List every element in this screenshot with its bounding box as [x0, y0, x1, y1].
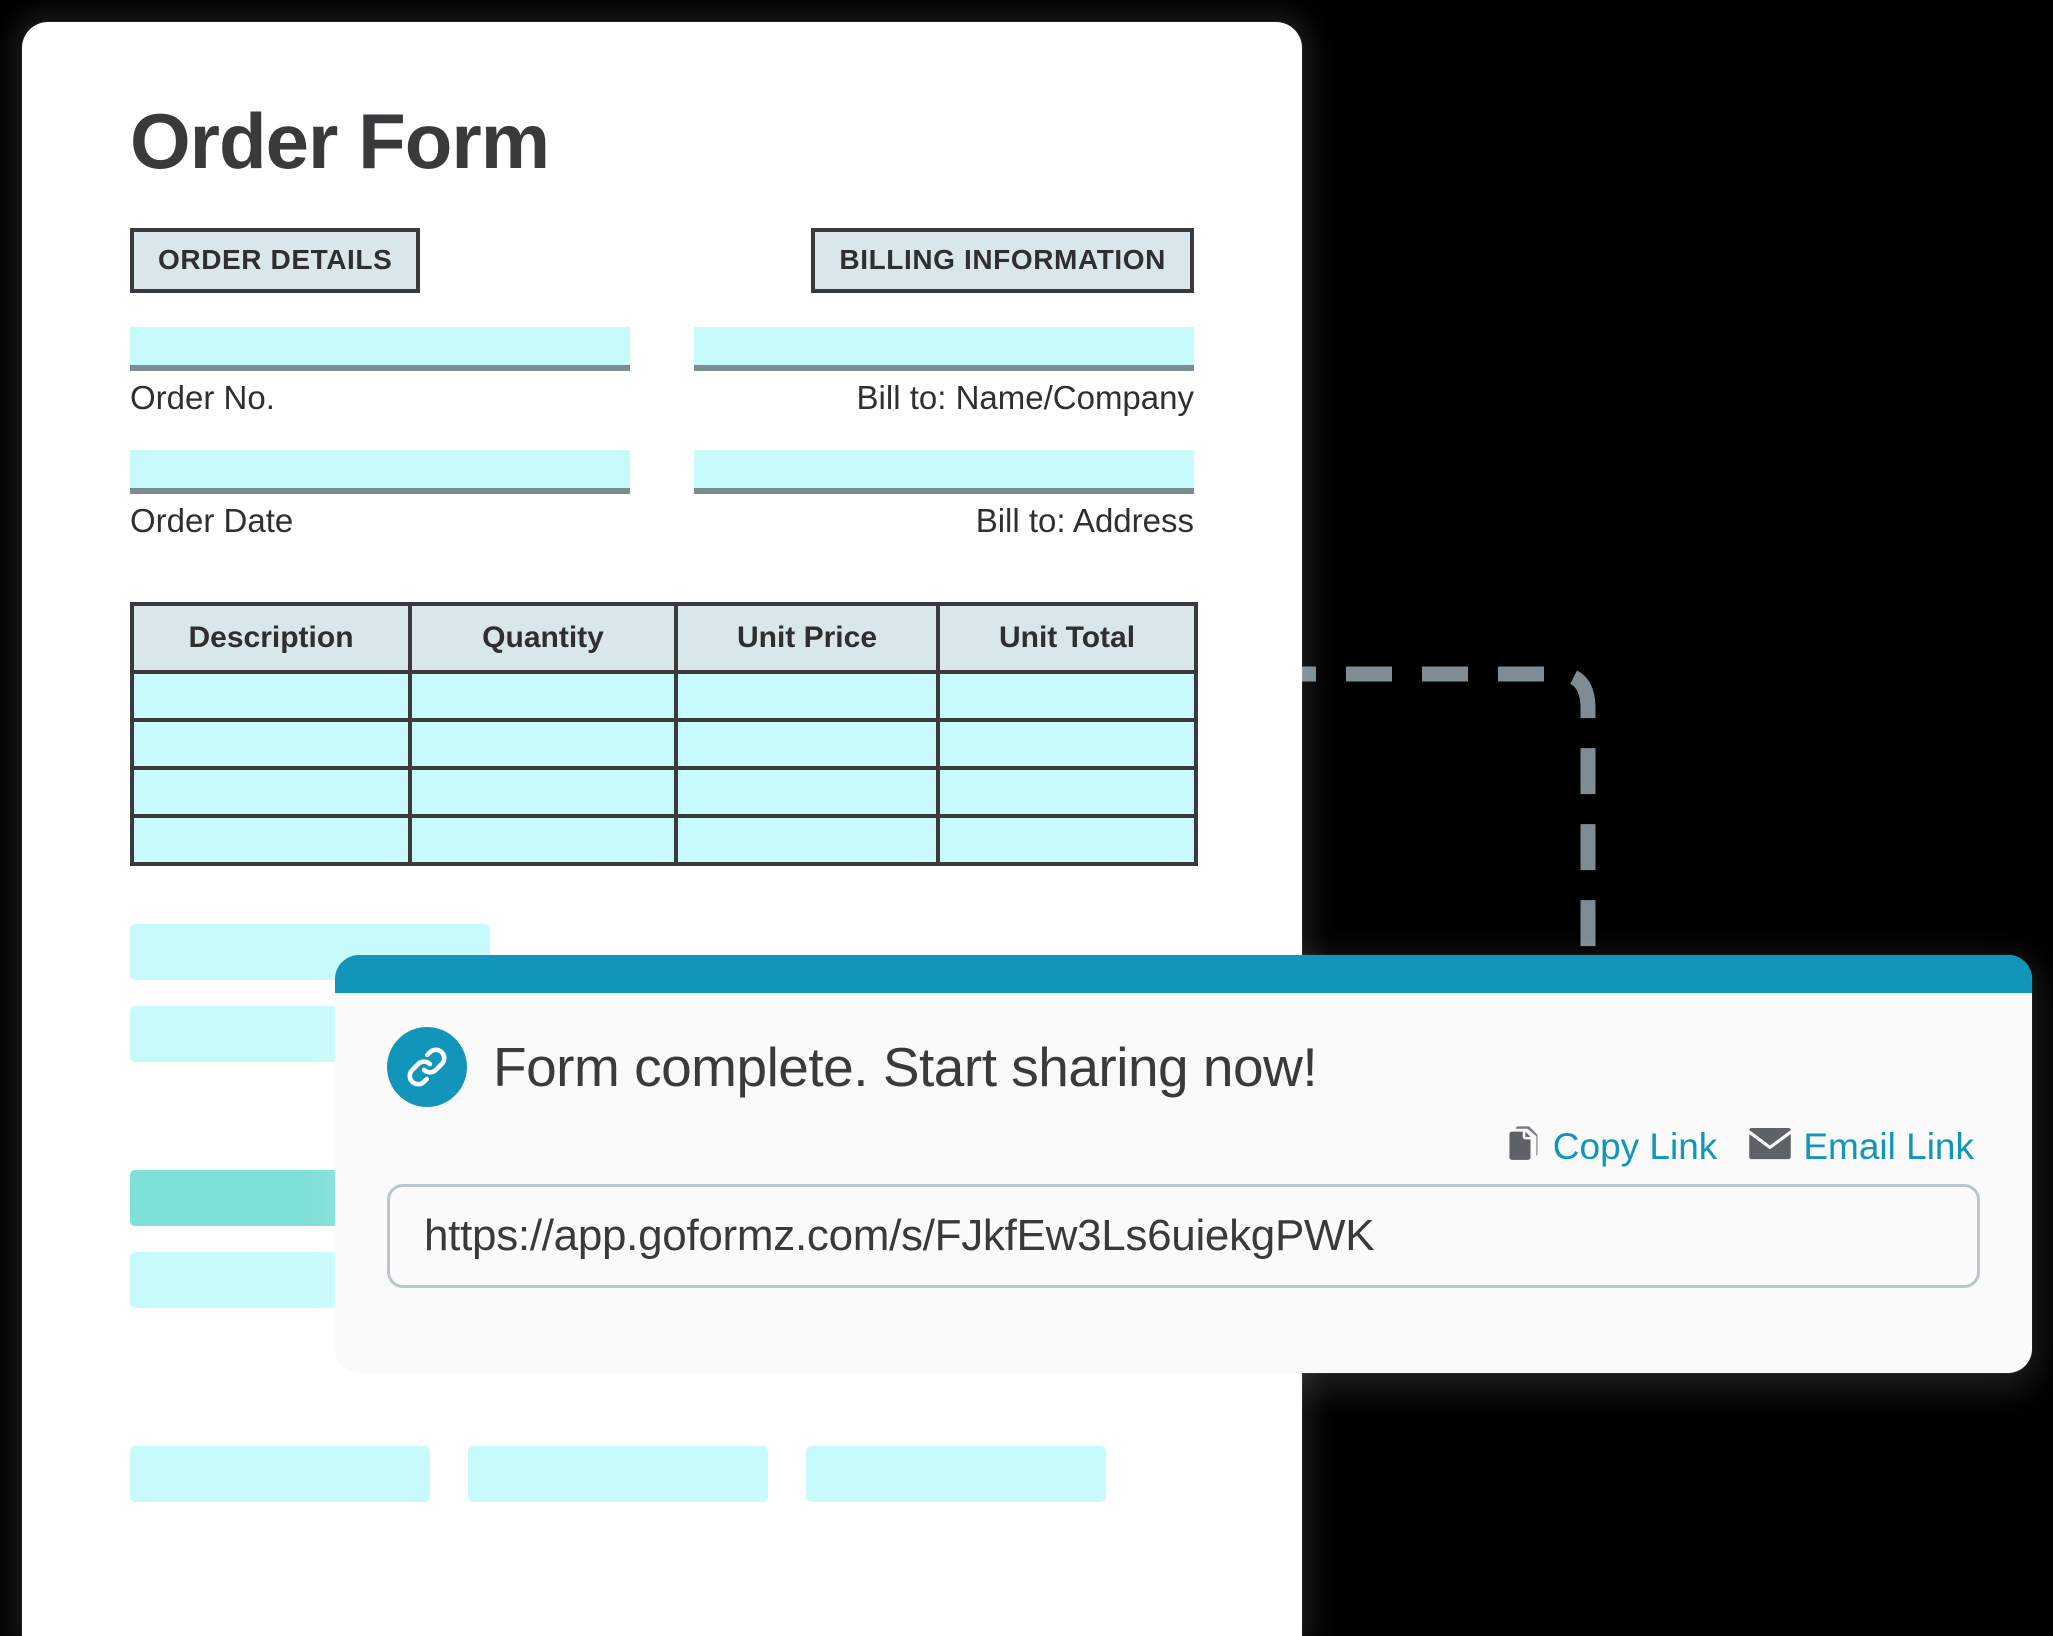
link-chain-icon — [387, 1027, 467, 1107]
share-form-card: Form complete. Start sharing now! Copy L… — [335, 955, 2032, 1373]
table-row — [130, 669, 1198, 722]
billing-information-column: BILLING INFORMATION Bill to: Name/Compan… — [694, 228, 1194, 540]
order-no-input[interactable] — [130, 327, 630, 371]
field-order-date: Order Date — [130, 450, 630, 539]
line-items-table: Description Quantity Unit Price Unit Tot… — [130, 601, 1198, 866]
field-bill-to-address: Bill to: Address — [694, 450, 1194, 539]
section-header-order-details: ORDER DETAILS — [130, 228, 421, 293]
placeholder-field-row-2[interactable] — [468, 1445, 768, 1502]
column-header-unit-price: Unit Price — [674, 601, 940, 674]
share-url-field[interactable]: https://app.goformz.com/s/FJkfEw3Ls6uiek… — [387, 1184, 1980, 1288]
copy-document-icon — [1507, 1125, 1543, 1168]
order-date-input[interactable] — [130, 450, 630, 495]
column-header-description: Description — [130, 601, 412, 674]
cell-unit-total[interactable] — [936, 717, 1198, 770]
cell-description[interactable] — [130, 813, 412, 866]
screenshot-stage: Order Form ORDER DETAILS Order No. Order… — [0, 0, 2053, 1636]
copy-link-button[interactable]: Copy Link — [1507, 1125, 1718, 1168]
card-header: Form complete. Start sharing now! — [387, 1027, 1980, 1107]
cell-unit-price[interactable] — [674, 765, 940, 818]
form-header-columns: ORDER DETAILS Order No. Order Date BILLI… — [130, 228, 1194, 540]
section-header-billing-information: BILLING INFORMATION — [811, 228, 1194, 293]
column-header-unit-total: Unit Total — [936, 601, 1198, 674]
order-form-page: Order Form ORDER DETAILS Order No. Order… — [22, 22, 1302, 1636]
cell-unit-total[interactable] — [936, 765, 1198, 818]
table-header-row: Description Quantity Unit Price Unit Tot… — [130, 601, 1198, 674]
card-body: Form complete. Start sharing now! Copy L… — [335, 993, 2032, 1288]
field-bill-to-name: Bill to: Name/Company — [694, 327, 1194, 416]
field-order-no: Order No. — [130, 327, 630, 416]
cell-description[interactable] — [130, 717, 412, 770]
order-details-column: ORDER DETAILS Order No. Order Date — [130, 228, 630, 540]
table-row — [130, 765, 1198, 818]
order-date-label: Order Date — [130, 502, 294, 540]
share-url-value[interactable]: https://app.goformz.com/s/FJkfEw3Ls6uiek… — [424, 1211, 1374, 1261]
column-header-quantity: Quantity — [408, 601, 678, 674]
card-top-accent-bar — [335, 955, 2032, 993]
email-link-label: Email Link — [1803, 1126, 1974, 1167]
page-title: Order Form — [130, 97, 550, 185]
cell-unit-price[interactable] — [674, 717, 940, 770]
cell-unit-total[interactable] — [936, 813, 1198, 866]
email-link-button[interactable]: Email Link — [1747, 1127, 1974, 1166]
order-no-label: Order No. — [130, 379, 275, 416]
bill-to-name-input[interactable] — [694, 327, 1194, 371]
cell-unit-price[interactable] — [674, 669, 940, 722]
cell-unit-price[interactable] — [674, 813, 940, 866]
bill-to-name-label: Bill to: Name/Company — [856, 379, 1194, 416]
table-row — [130, 717, 1198, 770]
cell-quantity[interactable] — [408, 765, 678, 818]
cell-description[interactable] — [130, 765, 412, 818]
cell-unit-total[interactable] — [936, 669, 1198, 722]
envelope-icon — [1747, 1127, 1793, 1166]
share-title: Form complete. Start sharing now! — [493, 1035, 1318, 1098]
cell-quantity[interactable] — [408, 669, 678, 722]
copy-link-label: Copy Link — [1552, 1126, 1718, 1167]
placeholder-field-row — [130, 1445, 1194, 1502]
cell-quantity[interactable] — [408, 813, 678, 866]
bill-to-address-label: Bill to: Address — [975, 502, 1194, 540]
placeholder-field-row-1[interactable] — [130, 1445, 430, 1502]
cell-quantity[interactable] — [408, 717, 678, 770]
cell-description[interactable] — [130, 669, 412, 722]
share-action-row: Copy Link Email Link — [387, 1125, 1980, 1168]
table-row — [130, 813, 1198, 866]
placeholder-field-row-3[interactable] — [806, 1445, 1106, 1502]
bill-to-address-input[interactable] — [694, 450, 1194, 495]
